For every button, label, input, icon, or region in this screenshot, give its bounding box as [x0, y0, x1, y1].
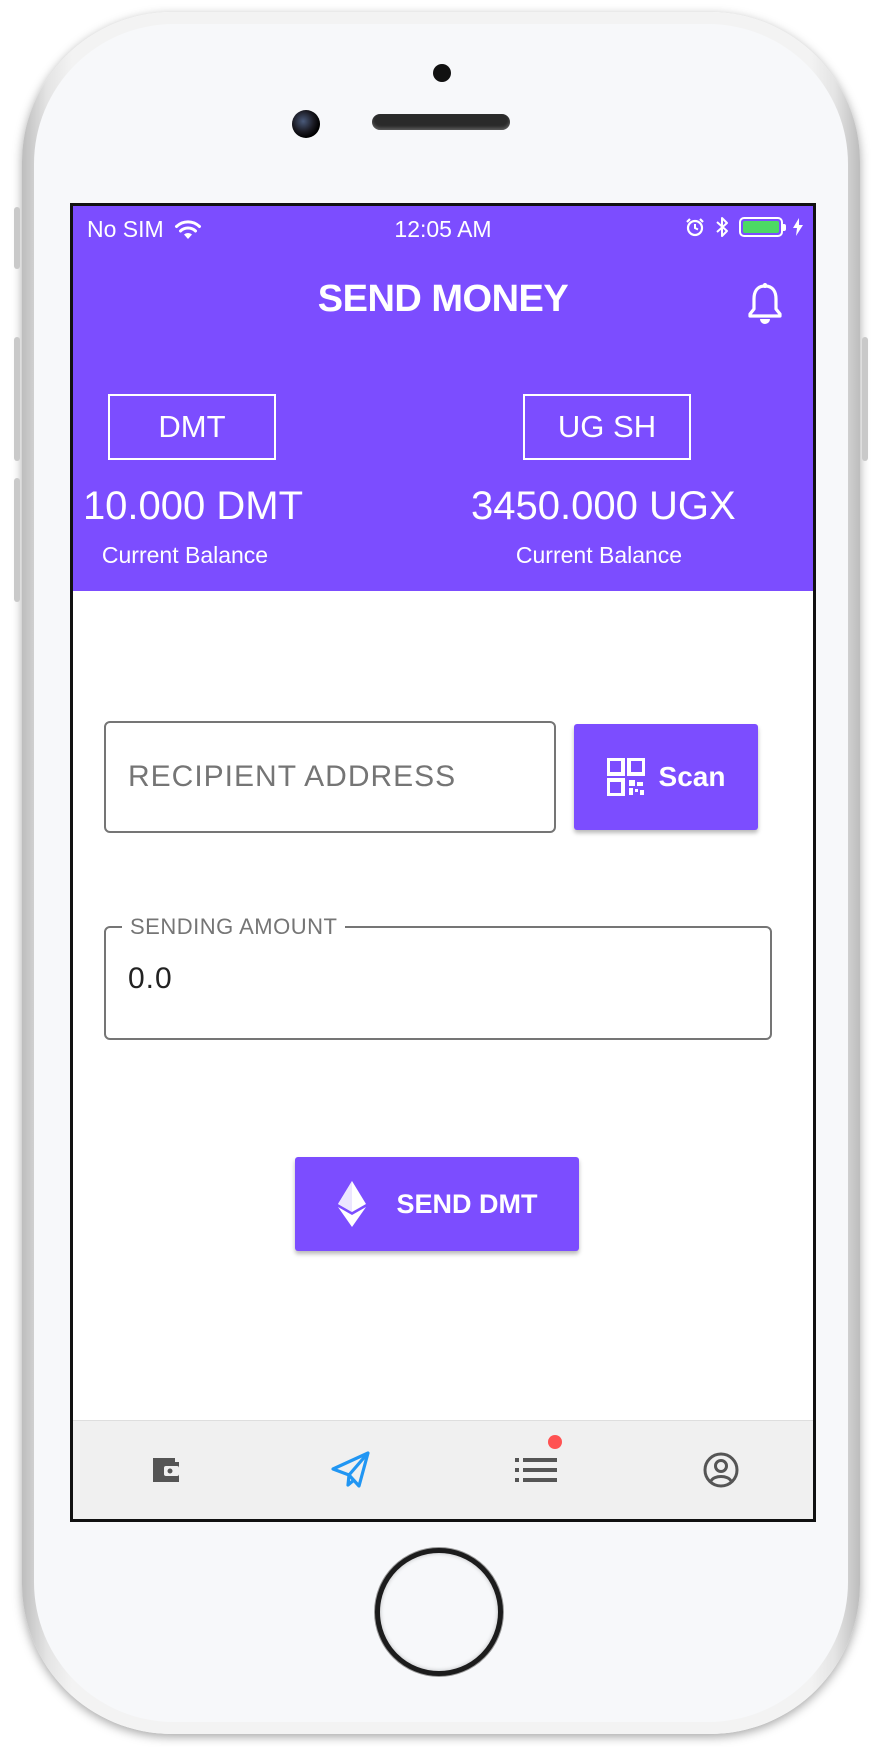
wallet-icon: [152, 1458, 179, 1482]
power-button: [862, 337, 868, 461]
bluetooth-icon: [716, 217, 728, 237]
bottom-nav: [73, 1420, 813, 1519]
nav-item-profile[interactable]: [628, 1421, 813, 1519]
volume-down-button: [14, 478, 20, 602]
ugx-balance-label: Current Balance: [515, 542, 683, 568]
nav-item-transactions[interactable]: [443, 1421, 628, 1519]
account-icon: [703, 1452, 738, 1488]
scan-qr-button[interactable]: Scan: [574, 724, 758, 830]
scan-button-label: Scan: [658, 761, 726, 792]
send-icon: [330, 1451, 370, 1488]
home-button[interactable]: [375, 1548, 503, 1676]
sending-amount-field[interactable]: SENDING AMOUNT 0.0: [104, 914, 772, 1040]
currency-button-dmt[interactable]: DMT: [108, 394, 276, 460]
sending-amount-value[interactable]: 0.0: [128, 962, 173, 996]
front-camera: [292, 110, 320, 138]
qr-code-icon: [606, 758, 645, 796]
sending-amount-label: SENDING AMOUNT: [122, 914, 346, 940]
dmt-balance-label: Current Balance: [101, 542, 269, 568]
page-title: SEND MONEY: [317, 278, 569, 320]
header-panel: No SIM 12:05 AM SEND MONEY DMT UG SH 10.…: [73, 206, 813, 591]
status-bar: No SIM 12:05 AM: [73, 206, 813, 252]
mute-switch: [14, 207, 20, 269]
nav-item-send[interactable]: [258, 1421, 443, 1519]
earpiece-speaker: [372, 114, 510, 130]
nav-item-wallet[interactable]: [73, 1421, 258, 1519]
app-screen: No SIM 12:05 AM SEND MONEY DMT UG SH 10.…: [70, 203, 816, 1522]
dmt-balance-amount: 10.000 DMT: [82, 484, 304, 528]
send-button-label: SEND DMT: [396, 1188, 538, 1219]
ethereum-icon: [337, 1181, 366, 1227]
volume-up-button: [14, 337, 20, 461]
list-icon: [514, 1458, 557, 1482]
ugx-balance-amount: 3450.000 UGX: [471, 484, 736, 528]
send-dmt-button[interactable]: SEND DMT: [295, 1157, 579, 1251]
alarm-icon: [686, 218, 704, 237]
charging-icon: [793, 218, 803, 236]
proximity-sensor: [433, 64, 451, 82]
battery-icon: [739, 217, 786, 237]
notification-bell-icon[interactable]: [745, 282, 785, 326]
recipient-address-input[interactable]: [104, 721, 556, 833]
currency-button-ugsh[interactable]: UG SH: [523, 394, 691, 460]
notification-badge: [547, 1435, 562, 1449]
